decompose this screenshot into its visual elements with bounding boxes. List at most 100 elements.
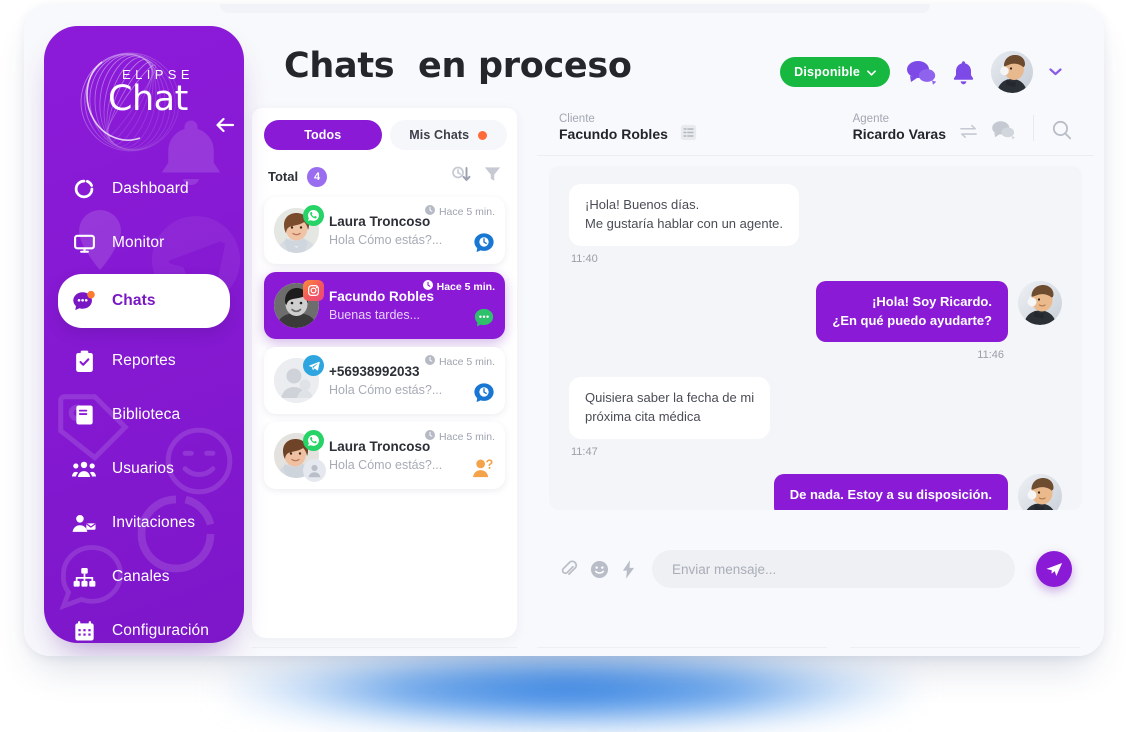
- pending-clock-chat-icon: [473, 232, 495, 254]
- sidebar-item-reportes[interactable]: Reportes: [58, 338, 230, 384]
- message-input-wrapper[interactable]: [652, 550, 1015, 588]
- list-item-time-text: Hace 5 min.: [438, 205, 495, 218]
- client-info: Cliente Facundo Robles: [559, 113, 697, 142]
- sidebar: ELIPSE Chat Dashboard Monitor Chats Repo…: [44, 26, 244, 643]
- avatar: [274, 355, 324, 403]
- agent-name: Ricardo Varas: [852, 126, 946, 143]
- sidebar-item-biblioteca[interactable]: Biblioteca: [58, 392, 230, 438]
- agent-avatar: [1018, 280, 1062, 325]
- active-chat-icon: [473, 307, 495, 329]
- sidebar-item-dashboard[interactable]: Dashboard: [58, 166, 230, 212]
- list-item[interactable]: Laura Troncoso Hola Cómo estás?... Hace …: [264, 422, 505, 489]
- message-row-out: De nada. Estoy a su disposición.: [569, 474, 1062, 510]
- availability-label: Disponible: [794, 65, 860, 79]
- sort-clock-icon[interactable]: [452, 166, 472, 187]
- sidebar-item-canales[interactable]: Canales: [58, 554, 230, 600]
- chats-icon[interactable]: [991, 120, 1015, 140]
- sidebar-item-invitaciones[interactable]: Invitaciones: [58, 500, 230, 546]
- tab-mis-chats-label: Mis Chats: [409, 128, 470, 142]
- message-input[interactable]: [672, 561, 995, 577]
- list-item-preview: Hola Cómo estás?...: [329, 383, 443, 397]
- message-row-in: ¡Hola! Buenos días. Me gustaría hablar c…: [569, 184, 1062, 246]
- list-item-time-text: Hace 5 min.: [436, 280, 495, 293]
- message-timestamp: 11:40: [571, 252, 598, 265]
- header-actions: Disponible: [780, 51, 1062, 93]
- app-window: Chats en proceso Disponible Todos Mis Ch…: [24, 4, 1104, 656]
- smiley-icon[interactable]: [590, 560, 609, 579]
- lightning-bolt-icon[interactable]: [622, 559, 635, 579]
- clock-icon: [424, 355, 435, 368]
- main-content: Chats en proceso Disponible Todos Mis Ch…: [244, 4, 1104, 656]
- message-timestamp: 11:47: [571, 446, 598, 459]
- conversation-panel: Cliente Facundo Robles Agente Ricardo Va…: [537, 100, 1094, 646]
- list-details-icon[interactable]: [680, 124, 697, 141]
- message-composer: [549, 546, 1082, 592]
- logo-chat-text: Chat: [108, 79, 188, 119]
- sidebar-item-configuracion[interactable]: Configuración: [58, 608, 230, 643]
- sidebar-item-label: Invitaciones: [112, 514, 196, 531]
- chat-list[interactable]: Laura Troncoso Hola Cómo estás?... Hace …: [252, 197, 517, 489]
- chats-icon[interactable]: [906, 59, 936, 85]
- list-item-time: Hace 5 min.: [424, 355, 495, 368]
- transfer-arrows-icon[interactable]: [959, 124, 978, 139]
- unread-dot-icon: [478, 130, 488, 140]
- sidebar-item-usuarios[interactable]: Usuarios: [58, 446, 230, 492]
- bell-icon[interactable]: [952, 60, 975, 85]
- list-item-time: Hace 5 min.: [424, 430, 495, 443]
- search-icon[interactable]: [1052, 120, 1072, 140]
- screenshot-root: Chats en proceso Disponible Todos Mis Ch…: [0, 0, 1126, 732]
- book-icon: [72, 403, 96, 427]
- client-role-label: Cliente: [559, 112, 595, 125]
- avatar[interactable]: [991, 51, 1033, 93]
- clock-icon: [424, 205, 435, 218]
- list-item[interactable]: +56938992033 Hola Cómo estás?... Hace 5 …: [264, 347, 505, 414]
- sidebar-nav: Dashboard Monitor Chats Reportes Bibliot…: [44, 166, 244, 643]
- page-title: Chats en proceso: [284, 46, 632, 86]
- calendar-icon: [72, 619, 96, 643]
- chat-bubble-icon: [72, 289, 96, 313]
- sidebar-item-label: Chats: [112, 292, 156, 309]
- list-item-preview: Buenas tardes...: [329, 308, 421, 322]
- total-count-badge: 4: [307, 166, 328, 187]
- secondary-avatar: [303, 459, 326, 482]
- availability-status-button[interactable]: Disponible: [780, 57, 890, 87]
- users-group-icon: [72, 457, 96, 481]
- list-item-time-text: Hace 5 min.: [438, 355, 495, 368]
- client-name: Facundo Robles: [559, 126, 668, 143]
- list-item[interactable]: Laura Troncoso Hola Cómo estás?... Hace …: [264, 197, 505, 264]
- clipboard-check-icon: [72, 349, 96, 373]
- sidebar-item-label: Dashboard: [112, 180, 189, 197]
- total-label: Total: [268, 169, 299, 184]
- chevron-down-icon: [867, 65, 876, 79]
- whatsapp-channel-icon: [303, 205, 324, 226]
- sidebar-item-monitor[interactable]: Monitor: [58, 220, 230, 266]
- agent-info: Agente Ricardo Varas: [853, 113, 1072, 142]
- list-item-time: Hace 5 min.: [422, 280, 495, 293]
- arrow-left-icon[interactable]: [212, 112, 238, 138]
- message-thread[interactable]: ¡Hola! Buenos días. Me gustaría hablar c…: [549, 166, 1082, 510]
- tab-todos[interactable]: Todos: [264, 120, 382, 150]
- message-row-out: ¡Hola! Soy Ricardo. ¿En qué puedo ayudar…: [569, 280, 1062, 343]
- sidebar-item-label: Configuración: [112, 622, 209, 639]
- sidebar-item-chats[interactable]: Chats: [58, 274, 230, 328]
- list-item[interactable]: Facundo Robles Buenas tardes... Hace 5 m…: [264, 272, 505, 339]
- avatar: [274, 280, 324, 328]
- list-item-time-text: Hace 5 min.: [438, 430, 495, 443]
- avatar-menu-chevron-icon[interactable]: [1049, 68, 1062, 76]
- filter-funnel-icon[interactable]: [484, 166, 501, 187]
- paperclip-icon[interactable]: [559, 560, 577, 578]
- message-bubble: Quisiera saber la fecha de mi próxima ci…: [569, 377, 771, 440]
- message-bubble: ¡Hola! Buenos días. Me gustaría hablar c…: [569, 184, 800, 246]
- sidebar-item-label: Biblioteca: [112, 406, 181, 423]
- logo-text: ELIPSE Chat: [108, 68, 194, 117]
- telegram-channel-icon: [303, 355, 324, 376]
- unassigned-user-icon: [472, 458, 495, 479]
- pending-clock-chat-icon: [473, 382, 495, 404]
- list-item-preview: Hola Cómo estás?...: [329, 233, 443, 247]
- tab-mis-chats[interactable]: Mis Chats: [389, 120, 507, 150]
- chat-list-toolbar: Total 4: [252, 160, 517, 197]
- message-bubble: De nada. Estoy a su disposición.: [773, 474, 1008, 510]
- send-button[interactable]: [1036, 551, 1072, 587]
- sidebar-item-label: Usuarios: [112, 460, 174, 477]
- sidebar-item-label: Canales: [112, 568, 170, 585]
